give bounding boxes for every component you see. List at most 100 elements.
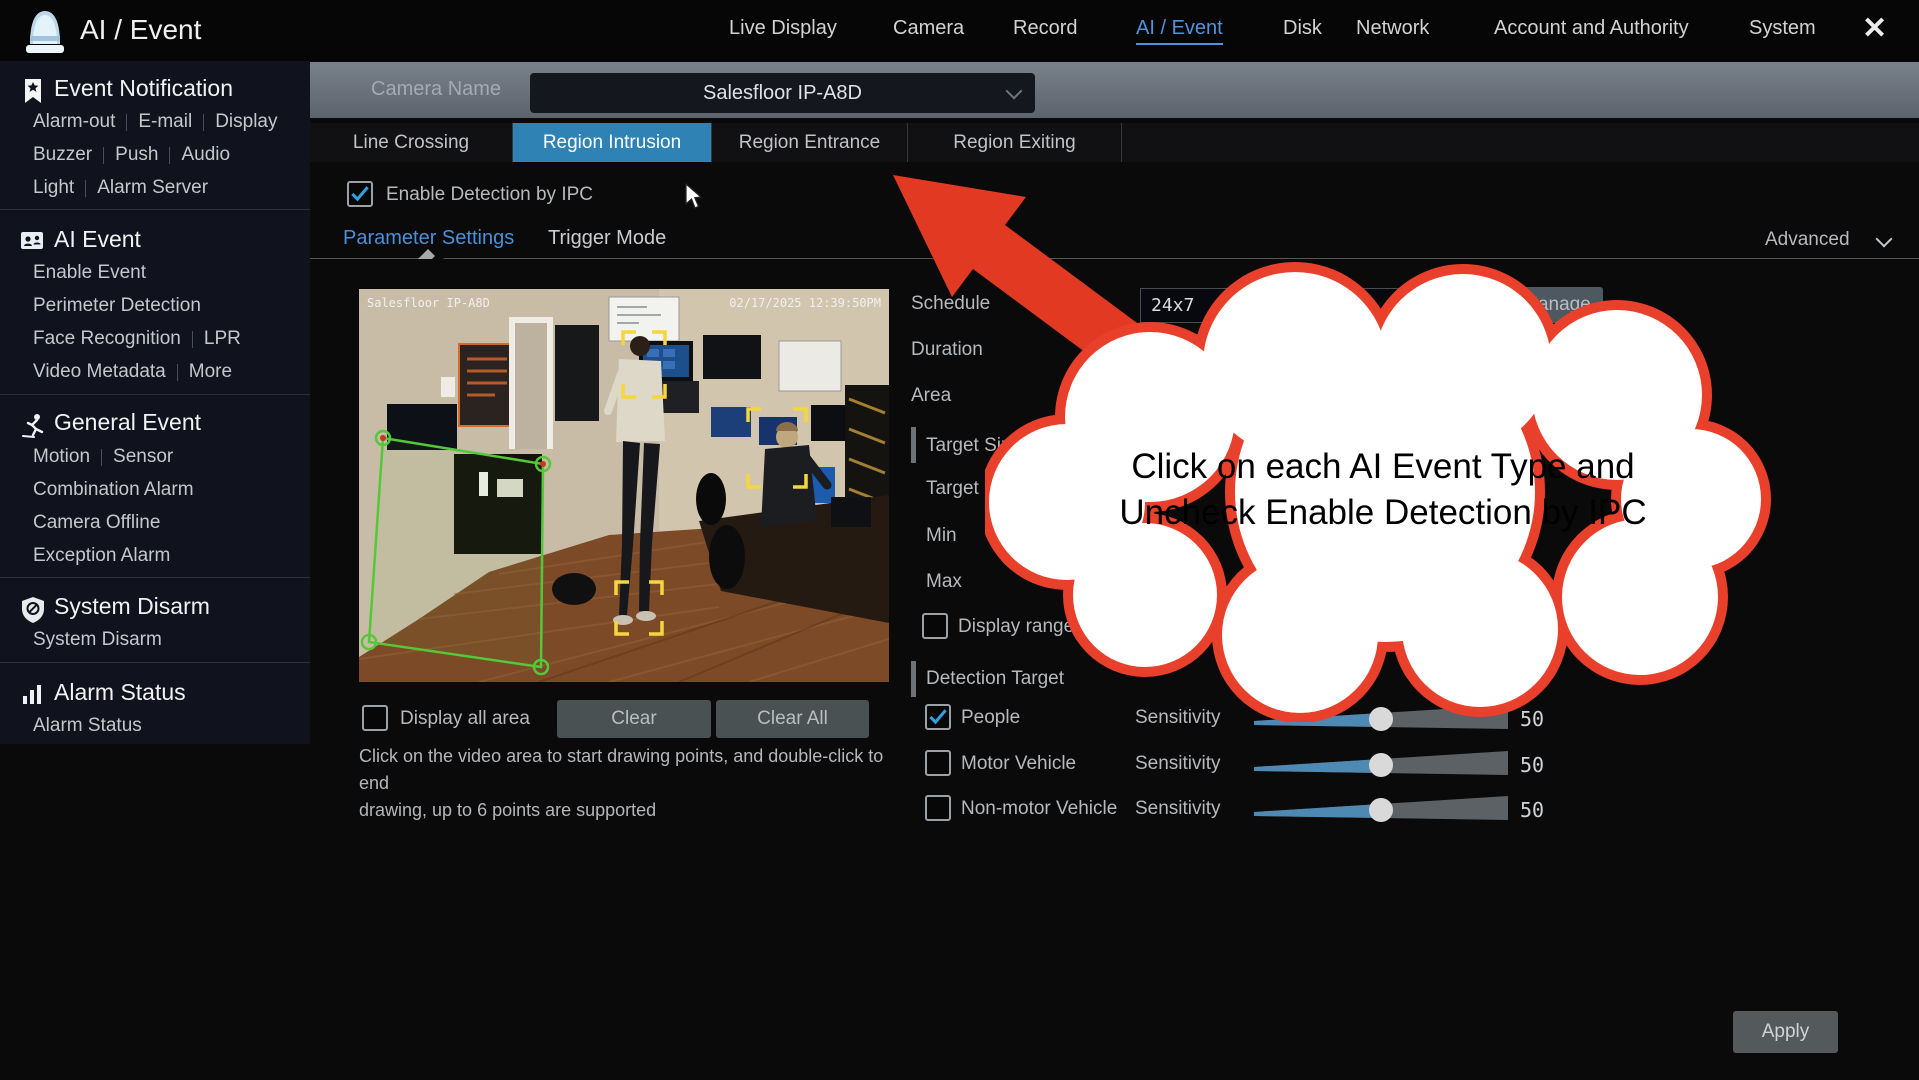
tab-parameter-settings[interactable]: Parameter Settings [343, 227, 514, 250]
sidebar-item-light[interactable]: Light [33, 177, 74, 199]
nav-ai-event[interactable]: AI / Event [1136, 17, 1223, 45]
camera-select-value: Salesfloor IP-A8D [703, 82, 862, 105]
drawing-hint: Click on the video area to start drawing… [359, 743, 899, 824]
ai-event-settings-screen: AI / Event Live Display Camera Record AI… [0, 0, 1919, 1080]
sidebar-row: Light Alarm Server [33, 177, 208, 199]
camera-preview[interactable]: Salesfloor IP-A8D 02/17/2025 12:39:50PM [359, 289, 889, 682]
sidebar-item-exception-alarm[interactable]: Exception Alarm [33, 545, 170, 567]
non-motor-vehicle-checkbox[interactable] [925, 795, 951, 821]
sidebar-section-general-event[interactable]: General Event [54, 409, 201, 436]
sidebar-item-display[interactable]: Display [215, 111, 277, 133]
apply-button[interactable]: Apply [1733, 1011, 1838, 1053]
active-tab-caret [418, 249, 438, 259]
schedule-input[interactable]: 24x7 [1140, 288, 1503, 323]
nav-disk[interactable]: Disk [1283, 17, 1322, 40]
sidebar-item-sensor[interactable]: Sensor [113, 446, 173, 468]
sidebar-row: Exception Alarm [33, 545, 170, 567]
sidebar-row: Motion Sensor [33, 446, 173, 468]
sidebar-item-motion[interactable]: Motion [33, 446, 90, 468]
alarm-status-icon [20, 682, 44, 706]
sidebar-item-alarm-status[interactable]: Alarm Status [33, 715, 142, 737]
camera-name-label: Camera Name [371, 78, 501, 101]
min-label: Min [926, 525, 957, 547]
sidebar-item-system-disarm[interactable]: System Disarm [33, 629, 162, 651]
sidebar-divider [0, 394, 310, 395]
camera-select[interactable]: Salesfloor IP-A8D [530, 73, 1035, 113]
motor-vehicle-checkbox[interactable] [925, 750, 951, 776]
drawing-hint-line2: drawing, up to 6 points are supported [359, 797, 899, 824]
sidebar-item-face-recognition[interactable]: Face Recognition [33, 328, 181, 350]
sidebar-row: Video Metadata More [33, 361, 232, 383]
tab-trigger-mode[interactable]: Trigger Mode [548, 227, 666, 250]
sidebar: Event Notification Alarm-out E-mail Disp… [0, 61, 310, 744]
sidebar-item-push[interactable]: Push [115, 144, 158, 166]
sidebar-item-alarm-server[interactable]: Alarm Server [97, 177, 208, 199]
tab-region-exiting[interactable]: Region Exiting [908, 123, 1122, 162]
clear-all-button[interactable]: Clear All [716, 700, 869, 738]
sidebar-item-combination-alarm[interactable]: Combination Alarm [33, 479, 194, 501]
enable-detection-checkbox[interactable] [347, 181, 373, 207]
nav-record[interactable]: Record [1013, 17, 1077, 40]
intrusion-region-polygon[interactable] [369, 438, 543, 667]
close-icon[interactable]: ✕ [1862, 11, 1887, 46]
shield-disarm-icon [20, 596, 46, 624]
sidebar-divider [0, 662, 310, 663]
motor-vehicle-label: Motor Vehicle [961, 753, 1076, 775]
bookmark-icon [22, 77, 44, 105]
nav-network[interactable]: Network [1356, 17, 1429, 40]
sidebar-section-system-disarm[interactable]: System Disarm [54, 593, 210, 620]
sidebar-row: System Disarm [33, 629, 162, 651]
people-sensitivity-slider[interactable] [1254, 699, 1508, 735]
enable-detection-label: Enable Detection by IPC [386, 184, 593, 206]
sidebar-item-buzzer[interactable]: Buzzer [33, 144, 92, 166]
osd-camera-name: Salesfloor IP-A8D [367, 296, 490, 310]
nav-live-display[interactable]: Live Display [729, 17, 837, 40]
sidebar-section-ai-event[interactable]: AI Event [54, 226, 141, 253]
sidebar-section-event-notification[interactable]: Event Notification [54, 75, 233, 102]
area-label: Area [911, 385, 951, 407]
sidebar-row: Alarm-out E-mail Display [33, 111, 278, 133]
sidebar-item-enable-event[interactable]: Enable Event [33, 262, 146, 284]
tab-region-entrance[interactable]: Region Entrance [712, 123, 908, 162]
duration-input[interactable]: 30 [1140, 334, 1503, 369]
sidebar-item-lpr[interactable]: LPR [204, 328, 241, 350]
nav-system[interactable]: System [1749, 17, 1816, 40]
sidebar-row: Alarm Status [33, 715, 142, 737]
camera-name-bar: Camera Name Salesfloor IP-A8D [310, 62, 1919, 118]
max-label: Max [926, 571, 962, 593]
sidebar-item-more[interactable]: More [189, 361, 232, 383]
clear-button[interactable]: Clear [557, 700, 711, 738]
advanced-toggle[interactable]: Advanced [1765, 229, 1850, 251]
motor-vehicle-sensitivity-value: 50 [1520, 753, 1544, 777]
manage-button[interactable]: Manage [1510, 287, 1603, 323]
nav-account-authority[interactable]: Account and Authority [1494, 17, 1689, 40]
chevron-down-icon [1006, 83, 1023, 100]
osd-timestamp: 02/17/2025 12:39:50PM [729, 296, 881, 310]
motor-vehicle-sensitivity-slider[interactable] [1254, 745, 1508, 781]
duration-label: Duration [911, 339, 983, 361]
nav-camera[interactable]: Camera [893, 17, 964, 40]
schedule-value: 24x7 [1151, 295, 1194, 316]
tab-region-intrusion[interactable]: Region Intrusion [513, 123, 712, 162]
sidebar-divider [0, 209, 310, 210]
display-all-area-checkbox[interactable] [362, 705, 388, 731]
sidebar-item-camera-offline[interactable]: Camera Offline [33, 512, 160, 534]
siren-icon [22, 6, 68, 56]
drawing-hint-line1: Click on the video area to start drawing… [359, 743, 899, 797]
non-motor-vehicle-label: Non-motor Vehicle [961, 798, 1117, 820]
detection-target-label: Detection Target [926, 668, 1064, 690]
target-size-marker [911, 427, 916, 463]
sidebar-item-email[interactable]: E-mail [138, 111, 192, 133]
sidebar-section-alarm-status[interactable]: Alarm Status [54, 679, 186, 706]
sidebar-item-audio[interactable]: Audio [181, 144, 230, 166]
sidebar-row: Buzzer Push Audio [33, 144, 230, 166]
callout-line1: Click on each AI Event Type and [1131, 447, 1634, 486]
sidebar-item-video-metadata[interactable]: Video Metadata [33, 361, 166, 383]
tab-line-crossing[interactable]: Line Crossing [310, 123, 513, 162]
non-motor-vehicle-sensitivity-slider[interactable] [1254, 790, 1508, 826]
top-bar: AI / Event Live Display Camera Record AI… [0, 0, 1919, 61]
display-range-checkbox[interactable] [922, 613, 948, 639]
sidebar-item-alarm-out[interactable]: Alarm-out [33, 111, 115, 133]
people-checkbox[interactable] [925, 704, 951, 730]
sidebar-item-perimeter-detection[interactable]: Perimeter Detection [33, 295, 201, 317]
